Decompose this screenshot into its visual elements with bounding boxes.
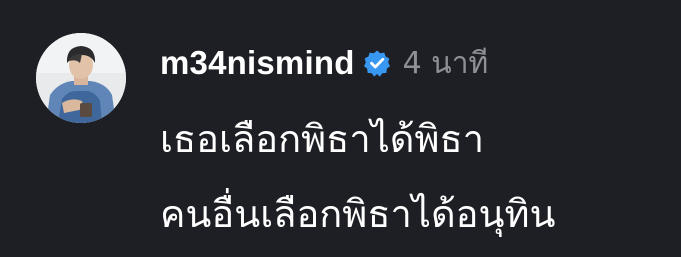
profile-photo-icon	[36, 33, 126, 123]
user-avatar[interactable]	[36, 33, 126, 123]
comment-timestamp: 4 นาที	[402, 45, 489, 81]
comment: m34nismind 4 นาที เธอเลือกพิธาได้พิธา คน…	[0, 0, 681, 257]
comment-header: m34nismind 4 นาที	[160, 40, 488, 86]
comment-text-line: คนอื่นเลือกพิธาได้อนุทิน	[160, 192, 556, 236]
username-link[interactable]: m34nismind	[160, 44, 355, 82]
verified-badge-icon	[363, 49, 391, 77]
comment-text-line: เธอเลือกพิธาได้พิธา	[160, 117, 485, 161]
